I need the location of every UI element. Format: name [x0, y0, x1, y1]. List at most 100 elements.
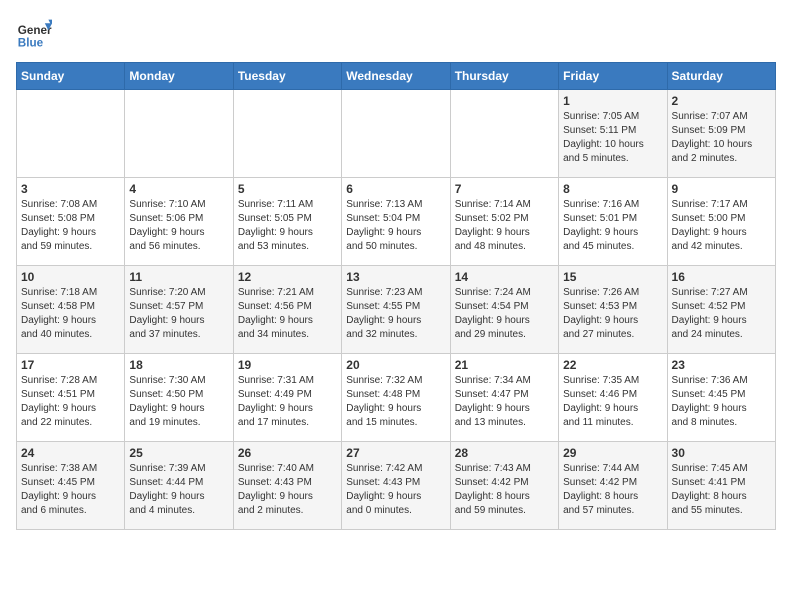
- calendar-day-cell: 8 Sunrise: 7:16 AM Sunset: 5:01 PM Daylig…: [559, 178, 667, 266]
- calendar-day-cell: 2 Sunrise: 7:07 AM Sunset: 5:09 PM Daylig…: [667, 90, 775, 178]
- calendar-day-cell: 5 Sunrise: 7:11 AM Sunset: 5:05 PM Daylig…: [233, 178, 341, 266]
- calendar-day-cell: 27 Sunrise: 7:42 AM Sunset: 4:43 PM Dayli…: [342, 442, 450, 530]
- svg-text:Blue: Blue: [18, 37, 44, 50]
- day-number: 6: [346, 182, 445, 196]
- calendar-table: SundayMondayTuesdayWednesdayThursdayFrid…: [16, 62, 776, 530]
- day-info: Sunrise: 7:38 AM Sunset: 4:45 PM Dayligh…: [21, 462, 120, 518]
- day-number: 22: [563, 358, 662, 372]
- calendar-day-cell: 23 Sunrise: 7:36 AM Sunset: 4:45 PM Dayli…: [667, 354, 775, 442]
- weekday-header-cell: Saturday: [667, 63, 775, 90]
- weekday-header-cell: Thursday: [450, 63, 558, 90]
- calendar-day-cell: 26 Sunrise: 7:40 AM Sunset: 4:43 PM Dayli…: [233, 442, 341, 530]
- day-number: 16: [672, 270, 771, 284]
- calendar-day-cell: 1 Sunrise: 7:05 AM Sunset: 5:11 PM Daylig…: [559, 90, 667, 178]
- day-number: 5: [238, 182, 337, 196]
- day-number: 28: [455, 446, 554, 460]
- day-info: Sunrise: 7:28 AM Sunset: 4:51 PM Dayligh…: [21, 374, 120, 430]
- day-number: 23: [672, 358, 771, 372]
- day-number: 8: [563, 182, 662, 196]
- day-info: Sunrise: 7:39 AM Sunset: 4:44 PM Dayligh…: [129, 462, 228, 518]
- day-info: Sunrise: 7:26 AM Sunset: 4:53 PM Dayligh…: [563, 286, 662, 342]
- day-info: Sunrise: 7:13 AM Sunset: 5:04 PM Dayligh…: [346, 198, 445, 254]
- day-info: Sunrise: 7:32 AM Sunset: 4:48 PM Dayligh…: [346, 374, 445, 430]
- calendar-day-cell: 19 Sunrise: 7:31 AM Sunset: 4:49 PM Dayli…: [233, 354, 341, 442]
- weekday-header-cell: Wednesday: [342, 63, 450, 90]
- day-number: 19: [238, 358, 337, 372]
- day-info: Sunrise: 7:08 AM Sunset: 5:08 PM Dayligh…: [21, 198, 120, 254]
- day-number: 18: [129, 358, 228, 372]
- day-info: Sunrise: 7:18 AM Sunset: 4:58 PM Dayligh…: [21, 286, 120, 342]
- weekday-header-cell: Sunday: [17, 63, 125, 90]
- day-info: Sunrise: 7:14 AM Sunset: 5:02 PM Dayligh…: [455, 198, 554, 254]
- day-number: 21: [455, 358, 554, 372]
- calendar-day-cell: 29 Sunrise: 7:44 AM Sunset: 4:42 PM Dayli…: [559, 442, 667, 530]
- calendar-day-cell: [450, 90, 558, 178]
- calendar-week-row: 3 Sunrise: 7:08 AM Sunset: 5:08 PM Daylig…: [17, 178, 776, 266]
- calendar-day-cell: 9Sunrise: 7:17 AM Sunset: 5:00 PM Daylig…: [667, 178, 775, 266]
- day-info: Sunrise: 7:42 AM Sunset: 4:43 PM Dayligh…: [346, 462, 445, 518]
- weekday-header-cell: Friday: [559, 63, 667, 90]
- day-info: Sunrise: 7:40 AM Sunset: 4:43 PM Dayligh…: [238, 462, 337, 518]
- day-number: 30: [672, 446, 771, 460]
- day-info: Sunrise: 7:45 AM Sunset: 4:41 PM Dayligh…: [672, 462, 771, 518]
- day-info: Sunrise: 7:27 AM Sunset: 4:52 PM Dayligh…: [672, 286, 771, 342]
- day-number: 25: [129, 446, 228, 460]
- day-number: 10: [21, 270, 120, 284]
- calendar-day-cell: 22 Sunrise: 7:35 AM Sunset: 4:46 PM Dayli…: [559, 354, 667, 442]
- day-number: 12: [238, 270, 337, 284]
- calendar-day-cell: [233, 90, 341, 178]
- day-number: 4: [129, 182, 228, 196]
- calendar-day-cell: 21Sunrise: 7:34 AM Sunset: 4:47 PM Dayli…: [450, 354, 558, 442]
- day-info: Sunrise: 7:31 AM Sunset: 4:49 PM Dayligh…: [238, 374, 337, 430]
- weekday-header-cell: Monday: [125, 63, 233, 90]
- calendar-day-cell: 16 Sunrise: 7:27 AM Sunset: 4:52 PM Dayli…: [667, 266, 775, 354]
- day-info: Sunrise: 7:43 AM Sunset: 4:42 PM Dayligh…: [455, 462, 554, 518]
- calendar-day-cell: 3 Sunrise: 7:08 AM Sunset: 5:08 PM Daylig…: [17, 178, 125, 266]
- calendar-week-row: 24Sunrise: 7:38 AM Sunset: 4:45 PM Dayli…: [17, 442, 776, 530]
- calendar-day-cell: 6 Sunrise: 7:13 AM Sunset: 5:04 PM Daylig…: [342, 178, 450, 266]
- day-number: 17: [21, 358, 120, 372]
- day-number: 20: [346, 358, 445, 372]
- calendar-day-cell: 4 Sunrise: 7:10 AM Sunset: 5:06 PM Daylig…: [125, 178, 233, 266]
- day-info: Sunrise: 7:36 AM Sunset: 4:45 PM Dayligh…: [672, 374, 771, 430]
- calendar-day-cell: 24Sunrise: 7:38 AM Sunset: 4:45 PM Dayli…: [17, 442, 125, 530]
- day-info: Sunrise: 7:16 AM Sunset: 5:01 PM Dayligh…: [563, 198, 662, 254]
- calendar-day-cell: 11 Sunrise: 7:20 AM Sunset: 4:57 PM Dayli…: [125, 266, 233, 354]
- logo: General Blue: [16, 16, 52, 52]
- day-number: 2: [672, 94, 771, 108]
- day-number: 14: [455, 270, 554, 284]
- day-info: Sunrise: 7:35 AM Sunset: 4:46 PM Dayligh…: [563, 374, 662, 430]
- day-info: Sunrise: 7:11 AM Sunset: 5:05 PM Dayligh…: [238, 198, 337, 254]
- page-header: General Blue: [16, 16, 776, 52]
- day-info: Sunrise: 7:44 AM Sunset: 4:42 PM Dayligh…: [563, 462, 662, 518]
- calendar-day-cell: 10 Sunrise: 7:18 AM Sunset: 4:58 PM Dayli…: [17, 266, 125, 354]
- calendar-body: 1 Sunrise: 7:05 AM Sunset: 5:11 PM Daylig…: [17, 90, 776, 530]
- day-info: Sunrise: 7:10 AM Sunset: 5:06 PM Dayligh…: [129, 198, 228, 254]
- day-number: 27: [346, 446, 445, 460]
- day-info: Sunrise: 7:20 AM Sunset: 4:57 PM Dayligh…: [129, 286, 228, 342]
- day-number: 15: [563, 270, 662, 284]
- day-info: Sunrise: 7:23 AM Sunset: 4:55 PM Dayligh…: [346, 286, 445, 342]
- calendar-day-cell: [17, 90, 125, 178]
- day-number: 26: [238, 446, 337, 460]
- calendar-day-cell: 25 Sunrise: 7:39 AM Sunset: 4:44 PM Dayli…: [125, 442, 233, 530]
- calendar-day-cell: 17 Sunrise: 7:28 AM Sunset: 4:51 PM Dayli…: [17, 354, 125, 442]
- day-info: Sunrise: 7:21 AM Sunset: 4:56 PM Dayligh…: [238, 286, 337, 342]
- day-info: Sunrise: 7:07 AM Sunset: 5:09 PM Dayligh…: [672, 110, 771, 166]
- calendar-day-cell: 18Sunrise: 7:30 AM Sunset: 4:50 PM Dayli…: [125, 354, 233, 442]
- calendar-day-cell: 13Sunrise: 7:23 AM Sunset: 4:55 PM Dayli…: [342, 266, 450, 354]
- logo-icon: General Blue: [16, 16, 52, 52]
- day-number: 1: [563, 94, 662, 108]
- calendar-week-row: 10 Sunrise: 7:18 AM Sunset: 4:58 PM Dayli…: [17, 266, 776, 354]
- day-number: 11: [129, 270, 228, 284]
- day-number: 7: [455, 182, 554, 196]
- weekday-header-cell: Tuesday: [233, 63, 341, 90]
- day-info: Sunrise: 7:05 AM Sunset: 5:11 PM Dayligh…: [563, 110, 662, 166]
- calendar-day-cell: [342, 90, 450, 178]
- calendar-day-cell: 12 Sunrise: 7:21 AM Sunset: 4:56 PM Dayli…: [233, 266, 341, 354]
- calendar-week-row: 1 Sunrise: 7:05 AM Sunset: 5:11 PM Daylig…: [17, 90, 776, 178]
- calendar-day-cell: [125, 90, 233, 178]
- day-info: Sunrise: 7:17 AM Sunset: 5:00 PM Dayligh…: [672, 198, 771, 254]
- day-number: 29: [563, 446, 662, 460]
- day-number: 3: [21, 182, 120, 196]
